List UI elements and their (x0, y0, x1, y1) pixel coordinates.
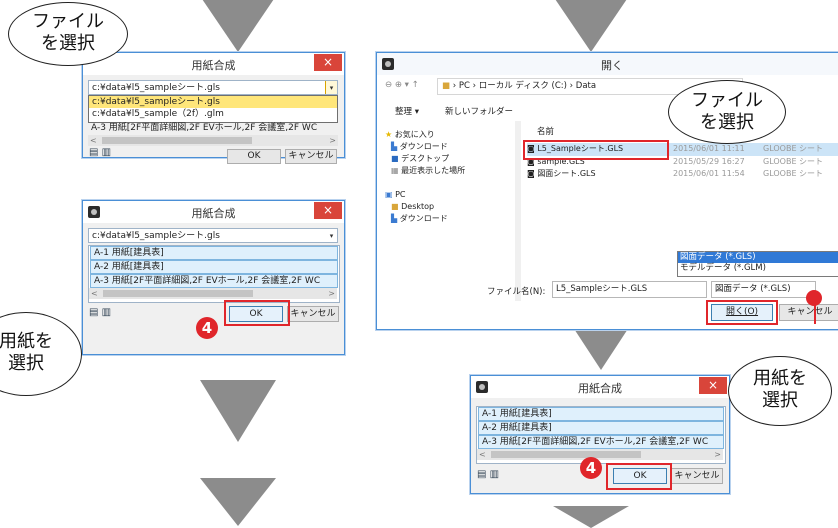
recent-icon: ▦ (391, 166, 399, 175)
new-folder-button[interactable]: 新しいフォルダー (445, 105, 513, 117)
list-item[interactable]: A-1 用紙[建具表] (90, 246, 338, 260)
callout-select-file-right: ファイル を選択 (668, 80, 786, 144)
folder-icon: ■ (391, 202, 399, 211)
close-button[interactable]: × (699, 377, 727, 394)
title-bar: 用紙合成 × (471, 376, 729, 398)
filetype-dropdown-list[interactable]: 図面データ (*.GLS) モデルデータ (*.GLM) (677, 251, 838, 277)
callout-select-file-left: ファイル を選択 (8, 2, 128, 66)
horizontal-scrollbar[interactable]: < > (477, 449, 723, 460)
filename-input[interactable]: L5_Sampleシート.GLS (552, 281, 707, 298)
cancel-button[interactable]: キャンセル (285, 149, 337, 164)
breadcrumb-disk[interactable]: ローカル ディスク (C:) (479, 81, 567, 91)
highlight-ok-bottom (606, 463, 672, 490)
nav-desktop[interactable]: ■ デスクトップ (385, 153, 515, 165)
list-item[interactable]: A-3 用紙[2F平面詳細図,2F EVホール,2F 会議室,2F WC (88, 122, 338, 134)
highlight-open-button (706, 300, 778, 325)
dialog-title: 用紙合成 (191, 207, 236, 220)
flow-arrow-right-bottom (553, 506, 629, 528)
callout-select-paper-right: 用紙を 選択 (728, 356, 832, 426)
nav-scrollbar[interactable] (515, 121, 521, 301)
file-path-value: c:¥data¥l5_sampleシート.gls (92, 83, 220, 93)
column-header-name[interactable]: 名前 (537, 125, 554, 137)
star-icon: ★ (385, 130, 393, 139)
callout-select-paper-left: 用紙を 選択 (0, 312, 82, 396)
ok-button[interactable]: OK (227, 149, 281, 164)
download-folder-icon: ▙ (391, 142, 398, 151)
dialog-title: 開く (601, 59, 623, 72)
pc-icon: ▣ (385, 190, 393, 199)
desktop-icon: ■ (391, 154, 399, 163)
step-number-badge: 4 (196, 317, 218, 339)
nav-pc[interactable]: ▣ PC (385, 189, 515, 201)
view-toggle-icons[interactable]: ▤ ▥ (89, 147, 111, 158)
breadcrumb-data[interactable]: Data (576, 81, 596, 91)
paper-list[interactable]: A-3 用紙[2F平面詳細図,2F EVホール,2F 会議室,2F WC (88, 122, 338, 135)
chevron-down-icon[interactable]: ▾ (325, 81, 337, 94)
file-row[interactable]: ◙ 図面シート.GLS 2015/06/01 11:54 GLOOBE シート (527, 168, 838, 180)
filetype-option-gls[interactable]: 図面データ (*.GLS) (678, 252, 838, 263)
list-item[interactable]: A-1 用紙[建具表] (478, 407, 724, 421)
title-bar: 開く (377, 53, 838, 75)
nav-downloads-2[interactable]: ▙ ダウンロード (385, 213, 515, 225)
horizontal-scrollbar[interactable]: < > (89, 288, 337, 299)
download-folder-icon: ▙ (391, 214, 398, 223)
dialog-title: 用紙合成 (191, 59, 236, 72)
dropdown-item-gls[interactable]: c:¥data¥l5_sampleシート.gls (89, 96, 337, 108)
nav-pane: ★ お気に入り ▙ ダウンロード ■ デスクトップ ▦ 最近表示した場所 ▣ P… (385, 129, 515, 279)
breadcrumb-pc[interactable]: PC (459, 81, 470, 91)
step-number-badge: 4 (580, 457, 602, 479)
flow-arrow-left-bottom (200, 478, 276, 526)
file-path-combo[interactable]: c:¥data¥l5_sampleシート.gls ▾ (88, 80, 338, 95)
chevron-down-icon[interactable]: ▾ (326, 229, 337, 242)
nav-recent[interactable]: ▦ 最近表示した場所 (385, 165, 515, 177)
flow-arrow-top-right (553, 0, 629, 52)
paper-compose-dialog-top: 用紙合成 × c:¥data¥l5_sampleシート.gls ▾ c:¥dat… (82, 52, 345, 164)
view-toggle-icons[interactable]: ▤ ▥ (89, 307, 111, 318)
close-button[interactable]: × (314, 54, 342, 71)
flow-arrow-left-middle (200, 380, 276, 442)
list-item[interactable]: A-3 用紙[2F平面詳細図,2F EVホール,2F 会議室,2F WC (90, 274, 338, 288)
flow-arrow-top-left (200, 0, 276, 52)
cancel-button[interactable]: キャンセル (779, 304, 838, 321)
nav-downloads[interactable]: ▙ ダウンロード (385, 141, 515, 153)
list-item[interactable]: A-2 用紙[建具表] (478, 421, 724, 435)
filename-label: ファイル名(N): (487, 287, 546, 297)
cancel-button[interactable]: キャンセル (287, 306, 339, 322)
file-icon: ◙ (527, 169, 535, 178)
dialog-title: 用紙合成 (578, 382, 622, 395)
nav-desktop-en[interactable]: ■ Desktop (385, 201, 515, 213)
view-toggle-icons[interactable]: ▤ ▥ (477, 469, 499, 480)
organize-menu[interactable]: 整理 ▾ (395, 105, 419, 117)
nav-favorites[interactable]: ★ お気に入り (385, 129, 515, 141)
highlight-file (523, 140, 669, 160)
list-item[interactable]: A-3 用紙[2F平面詳細図,2F EVホール,2F 会議室,2F WC (478, 435, 724, 449)
folder-icon: ■ (442, 81, 451, 91)
cancel-button[interactable]: キャンセル (671, 468, 723, 484)
title-bar: 用紙合成 × (83, 53, 344, 75)
nav-back-forward[interactable]: ⊖ ⊕ ▾ ↑ (385, 80, 419, 90)
close-button[interactable]: × (314, 202, 342, 219)
paper-compose-dialog-bottom: 用紙合成 × A-1 用紙[建具表] A-2 用紙[建具表] A-3 用紙[2F… (470, 375, 730, 494)
file-path-value: c:¥data¥l5_sampleシート.gls (92, 231, 220, 241)
file-path-combo[interactable]: c:¥data¥l5_sampleシート.gls ▾ (88, 228, 338, 243)
file-dropdown-list[interactable]: c:¥data¥l5_sampleシート.gls c:¥data¥l5_samp… (88, 95, 338, 123)
title-bar: 用紙合成 × (83, 201, 344, 223)
connector-dot (806, 290, 822, 306)
horizontal-scrollbar[interactable]: < > (88, 135, 338, 146)
dropdown-item-glm[interactable]: c:¥data¥l5_sample（2f）.glm (89, 108, 337, 120)
list-item[interactable]: A-2 用紙[建具表] (90, 260, 338, 274)
filetype-option-glm[interactable]: モデルデータ (*.GLM) (678, 263, 838, 274)
highlight-ok-middle (224, 300, 290, 326)
filetype-select[interactable]: 図面データ (*.GLS) (711, 281, 816, 298)
